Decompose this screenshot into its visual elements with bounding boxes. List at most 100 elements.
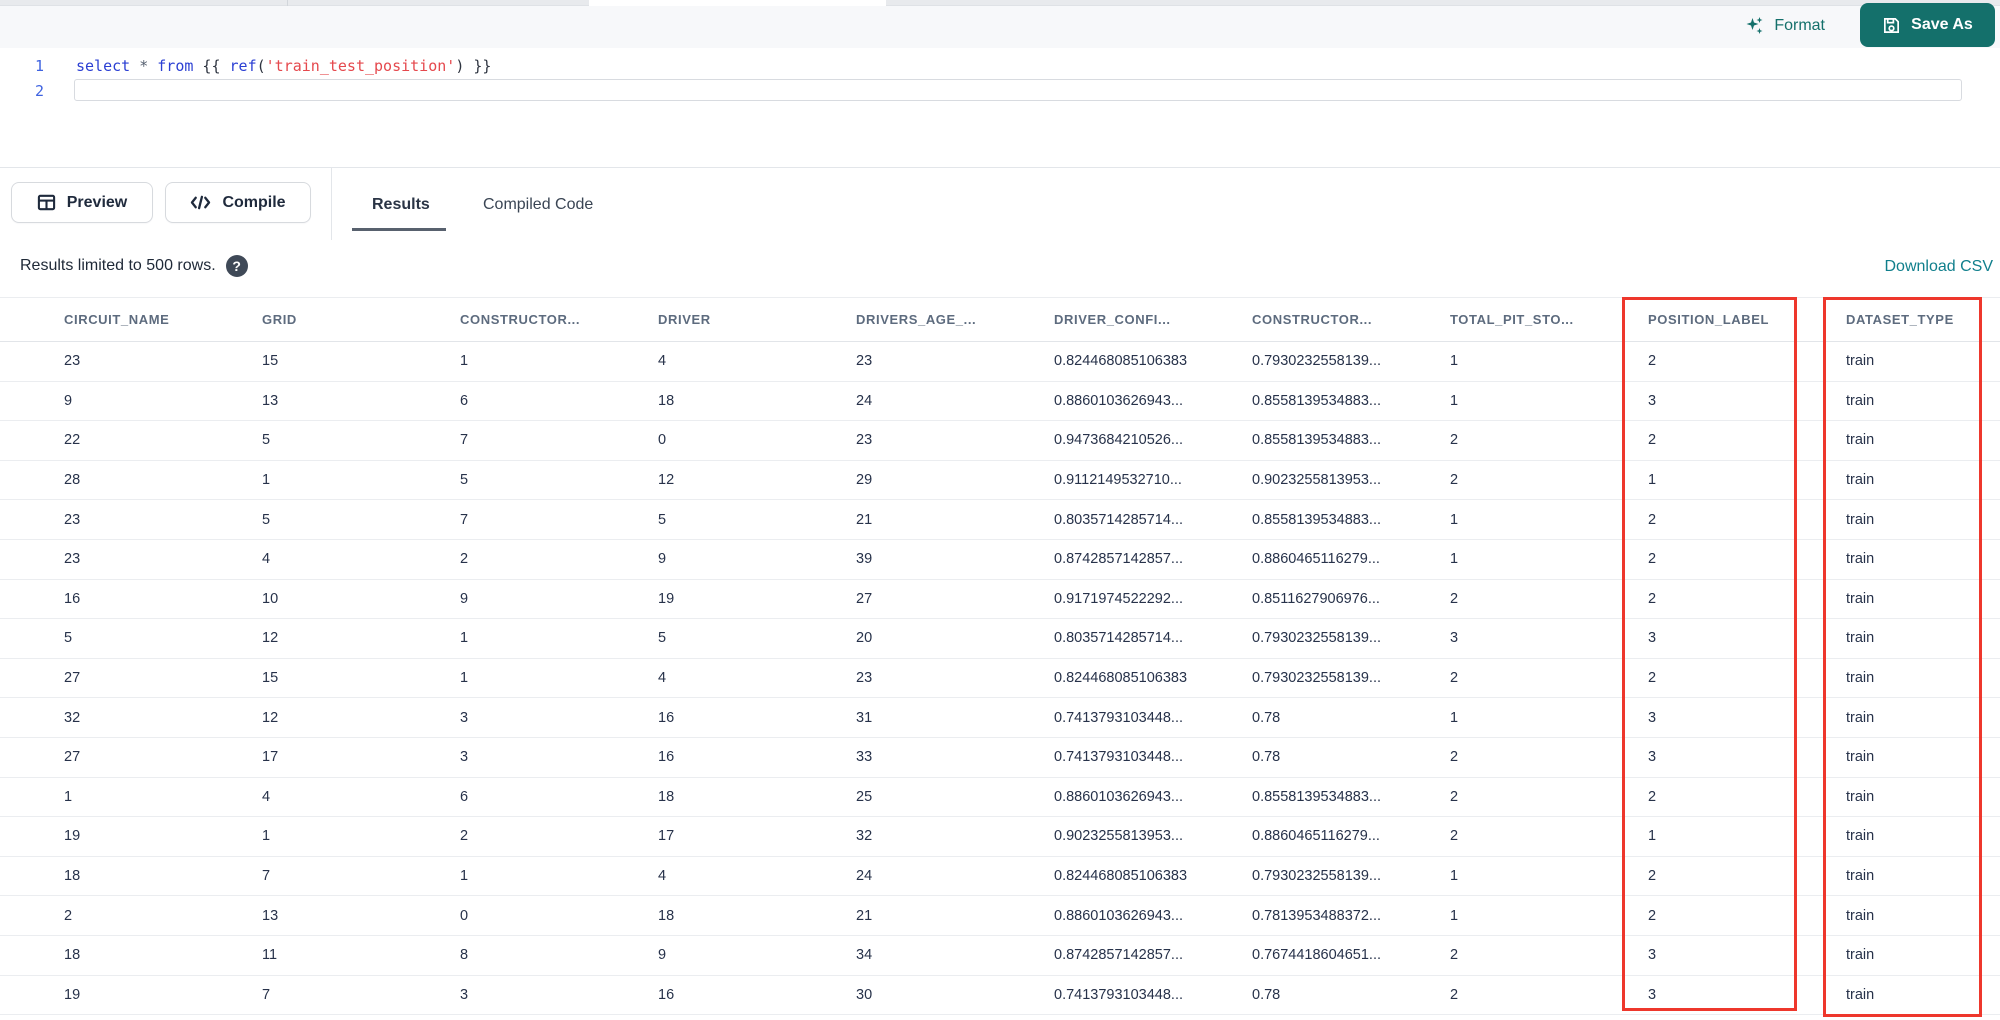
save-as-button[interactable]: Save As (1860, 3, 1995, 47)
column-header[interactable]: CONSTRUCTOR... (1252, 312, 1450, 327)
table-cell: 0.8558139534883... (1252, 788, 1382, 805)
table-row: 18 11 8 9 34 0.8742857142857... 0.767441860465… (0, 935, 2000, 976)
editor-header: Format (0, 6, 2000, 48)
table-cell: 13 (262, 907, 279, 924)
table-cell: 1 (1450, 907, 1459, 924)
table-cell: train (1846, 472, 1875, 489)
column-header[interactable]: GRID (262, 312, 460, 327)
table-cell: train (1846, 353, 1875, 370)
table-cell: 12 (658, 472, 675, 489)
table-row: 9 13 6 18 24 0.8860103626943... 0.855813953488… (0, 381, 2000, 422)
table-cell: 0.7413793103448... (1054, 709, 1184, 726)
table-cell: 5 (460, 472, 469, 489)
table-cell: 4 (658, 868, 667, 885)
code-token: {{ (193, 57, 230, 75)
table-cell: 1 (460, 670, 469, 687)
table-cell: 1 (262, 472, 271, 489)
tab-compiled-code[interactable]: Compiled Code (483, 168, 593, 241)
ide-page: Format Save As 1 select * from {{ ref('t… (0, 0, 2000, 1020)
code-line-1[interactable]: 1 select * from {{ ref('train_test_posit… (0, 54, 2000, 78)
table-cell: 25 (856, 788, 873, 805)
column-header[interactable]: DATASET_TYPE (1846, 312, 2000, 327)
table-cell: 1 (64, 788, 73, 805)
compile-button[interactable]: Compile (165, 182, 311, 223)
column-header[interactable]: CIRCUIT_NAME (64, 312, 262, 327)
save-as-label: Save As (1911, 16, 1973, 33)
sql-code[interactable]: select * from {{ ref('train_test_positio… (76, 54, 491, 78)
table-cell: 16 (658, 749, 675, 766)
table-cell: 0.8742857142857... (1054, 947, 1184, 964)
table-cell: 15 (262, 353, 279, 370)
table-cell: 22 (64, 432, 81, 449)
table-cell: train (1846, 788, 1875, 805)
table-cell: 1 (460, 353, 469, 370)
table-cell: 7 (262, 868, 271, 885)
code-icon (191, 195, 211, 210)
table-cell: 3 (1648, 749, 1657, 766)
table-cell: 1 (1648, 472, 1657, 489)
table-cell: train (1846, 868, 1875, 885)
table-cell: 18 (64, 868, 81, 885)
table-row: 27 15 1 4 23 0.824468085106383 0.7930232558139… (0, 658, 2000, 699)
table-cell: 0.7930232558139... (1252, 670, 1382, 687)
sql-editor[interactable]: 1 select * from {{ ref('train_test_posit… (0, 48, 2000, 167)
column-header[interactable]: DRIVER (658, 312, 856, 327)
compile-label: Compile (222, 193, 286, 211)
table-cell: 3 (1648, 986, 1657, 1003)
table-cell: 2 (1648, 788, 1657, 805)
table-cell: 0.78 (1252, 709, 1281, 726)
table-cell: 15 (262, 670, 279, 687)
table-cell: 0.8558139534883... (1252, 511, 1382, 528)
table-cell: 13 (262, 392, 279, 409)
table-cell: 29 (856, 472, 873, 489)
column-header[interactable]: TOTAL_PIT_STO... (1450, 312, 1648, 327)
column-header[interactable]: POSITION_LABEL (1648, 312, 1846, 327)
sparkles-icon (1746, 17, 1763, 34)
table-cell: 2 (1648, 590, 1657, 607)
code-line-2-cursor-box[interactable] (74, 79, 1962, 101)
table-cell: 16 (658, 986, 675, 1003)
column-header[interactable]: CONSTRUCTOR... (460, 312, 658, 327)
table-cell: 5 (262, 511, 271, 528)
table-cell: 0.7813953488372... (1252, 907, 1382, 924)
table-row: 5 12 1 5 20 0.8035714285714... 0.7930232558139… (0, 619, 2000, 659)
preview-label: Preview (66, 193, 128, 211)
table-cell: 2 (1450, 590, 1459, 607)
table-cell: 2 (460, 828, 469, 845)
table-row: 22 5 7 0 23 0.9473684210526... 0.8558139534883… (0, 421, 2000, 461)
toolbar-divider (331, 168, 332, 241)
table-cell: 1 (262, 828, 271, 845)
table-cell: 9 (658, 551, 667, 568)
table-cell: 1 (1450, 511, 1459, 528)
table-cell: 19 (64, 828, 81, 845)
table-cell: 1 (1450, 868, 1459, 885)
results-limit-info: Results limited to 500 rows. ? (20, 255, 248, 277)
table-cell: 23 (856, 670, 873, 687)
column-header[interactable]: DRIVER_CONFI... (1054, 312, 1252, 327)
table-cell: train (1846, 670, 1875, 687)
table-row: 23 4 2 9 39 0.8742857142857... 0.8860465116279… (0, 539, 2000, 580)
table-cell: 2 (1648, 353, 1657, 370)
preview-button[interactable]: Preview (11, 182, 153, 223)
table-cell: 1 (460, 630, 469, 647)
table-cell: 24 (856, 868, 873, 885)
table-cell: 18 (658, 392, 675, 409)
table-cell: 0.9023255813953... (1252, 472, 1382, 489)
table-cell: 5 (658, 511, 667, 528)
format-button[interactable]: Format (1745, 16, 1825, 36)
table-cell: 23 (64, 511, 81, 528)
results-table: CIRCUIT_NAME GRID CONSTRUCTOR... DRIVER DRIV… (0, 297, 2000, 1016)
table-cell: 23 (856, 353, 873, 370)
help-icon[interactable]: ? (225, 255, 248, 277)
table-cell: train (1846, 392, 1875, 409)
table-cell: 5 (658, 630, 667, 647)
table-cell: 0.8860103626943... (1054, 788, 1184, 805)
table-cell: 4 (658, 670, 667, 687)
download-csv-link[interactable]: Download CSV (1885, 258, 1994, 276)
table-cell: 2 (1648, 868, 1657, 885)
table-cell: train (1846, 709, 1875, 726)
table-cell: 2 (1450, 432, 1459, 449)
column-header[interactable]: DRIVERS_AGE_... (856, 312, 1054, 327)
